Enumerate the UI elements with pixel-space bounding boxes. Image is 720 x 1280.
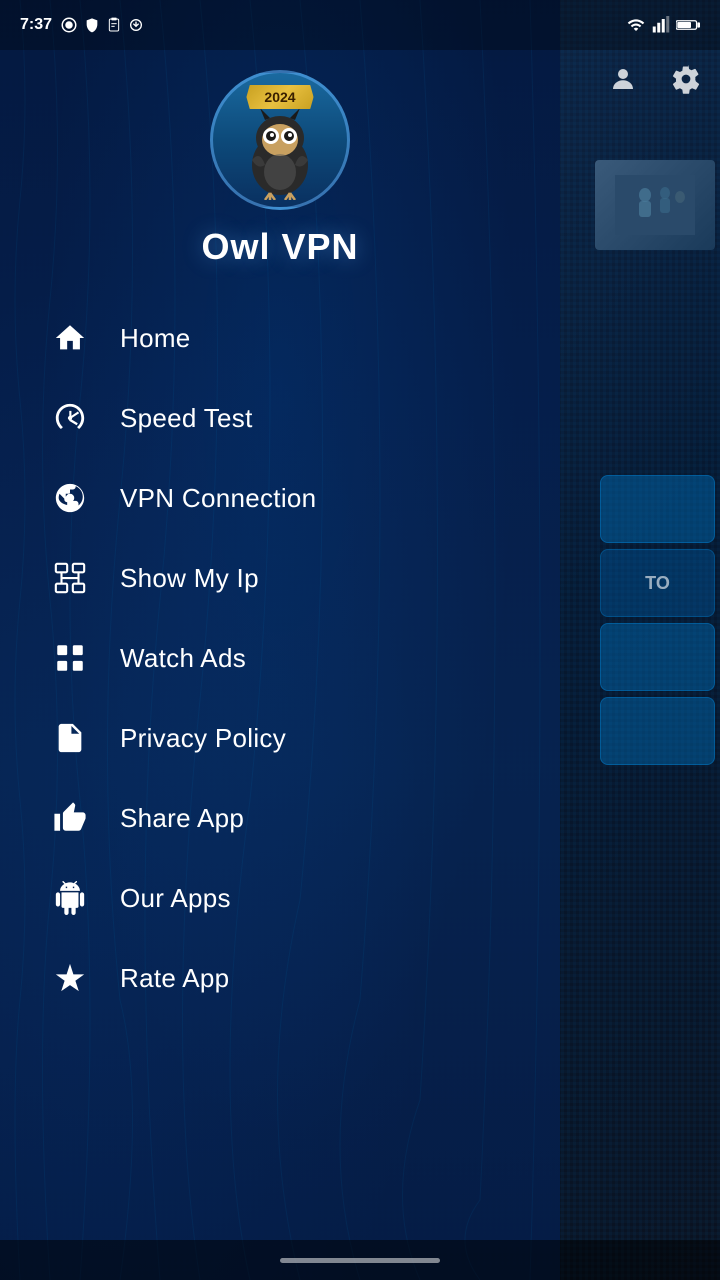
signal-icon	[652, 16, 670, 34]
shield-status-icon	[84, 16, 100, 34]
owl-logo	[230, 100, 330, 200]
download-status-icon	[128, 16, 144, 34]
menu-label-our-apps: Our Apps	[120, 883, 231, 914]
circle-status-icon	[60, 16, 78, 34]
logo-circle: 2024	[210, 70, 350, 210]
wifi-icon	[626, 16, 646, 34]
status-left: 7:37	[20, 16, 150, 34]
menu-list: Home Speed Test VPN Connection	[0, 288, 560, 1028]
logo-year-banner: 2024	[246, 85, 313, 109]
grid-icon	[50, 638, 90, 678]
menu-item-show-my-ip[interactable]: Show My Ip	[0, 538, 560, 618]
menu-label-vpn-connection: VPN Connection	[120, 483, 316, 514]
battery-icon	[676, 18, 700, 32]
status-time: 7:37	[20, 16, 52, 34]
preview-image-inner	[595, 160, 715, 250]
preview-image	[595, 160, 715, 250]
nav-bar	[0, 1240, 720, 1280]
menu-item-vpn-connection[interactable]: VPN Connection	[0, 458, 560, 538]
status-bar: 7:37	[0, 0, 720, 50]
status-notification-icons	[60, 16, 150, 34]
menu-item-rate-app[interactable]: Rate App	[0, 938, 560, 1018]
menu-label-rate-app: Rate App	[120, 963, 229, 994]
menu-item-home[interactable]: Home	[0, 298, 560, 378]
menu-item-watch-ads[interactable]: Watch Ads	[0, 618, 560, 698]
thumbsup-icon	[50, 798, 90, 838]
settings-icon[interactable]	[662, 55, 710, 103]
profile-icon[interactable]	[599, 55, 647, 103]
clipboard-status-icon	[106, 16, 122, 34]
right-btn-2: TO	[600, 549, 715, 617]
app-title: Owl VPN	[201, 226, 358, 268]
menu-item-share-app[interactable]: Share App	[0, 778, 560, 858]
menu-label-speed-test: Speed Test	[120, 403, 253, 434]
right-btn-3	[600, 623, 715, 691]
android-icon	[50, 878, 90, 918]
menu-item-privacy-policy[interactable]: Privacy Policy	[0, 698, 560, 778]
menu-item-our-apps[interactable]: Our Apps	[0, 858, 560, 938]
status-right	[626, 16, 700, 34]
star-icon	[50, 958, 90, 998]
menu-item-speed-test[interactable]: Speed Test	[0, 378, 560, 458]
top-right-icons	[599, 55, 710, 103]
menu-label-privacy-policy: Privacy Policy	[120, 723, 286, 754]
menu-label-watch-ads: Watch Ads	[120, 643, 246, 674]
vpn-icon	[50, 478, 90, 518]
speedometer-icon	[50, 398, 90, 438]
menu-label-share-app: Share App	[120, 803, 244, 834]
network-icon	[50, 558, 90, 598]
home-icon	[50, 318, 90, 358]
menu-label-show-my-ip: Show My Ip	[120, 563, 259, 594]
nav-pill	[280, 1258, 440, 1263]
right-btn-4	[600, 697, 715, 765]
menu-label-home: Home	[120, 323, 191, 354]
drawer: .wave { fill: none; stroke: rgba(0,180,2…	[0, 0, 560, 1280]
right-panel-buttons: TO	[600, 475, 715, 765]
document-icon	[50, 718, 90, 758]
right-btn-1	[600, 475, 715, 543]
